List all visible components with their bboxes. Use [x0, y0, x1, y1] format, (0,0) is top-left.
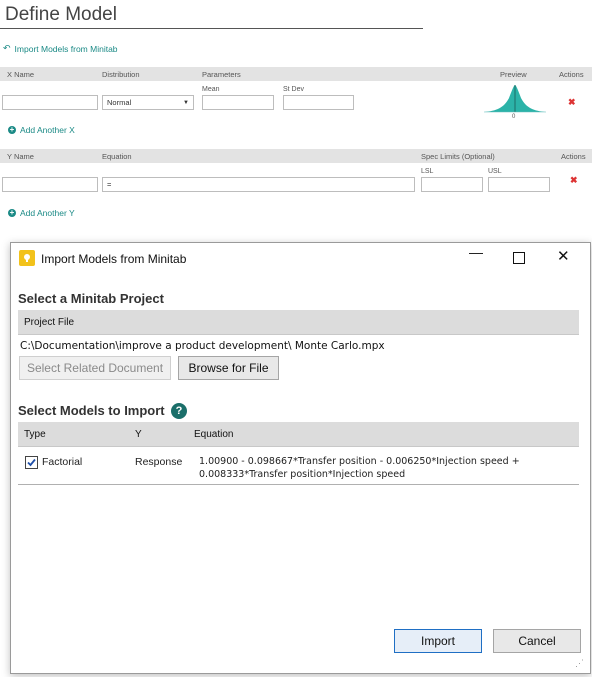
project-path: C:\Documentation\improve a product devel…: [20, 340, 385, 352]
model-type: Factorial: [42, 456, 83, 468]
col-spec-limits: Spec Limits (Optional): [421, 152, 495, 161]
equation-input[interactable]: =: [102, 177, 415, 192]
delete-x-icon[interactable]: ✖: [568, 97, 576, 108]
col-type: Type: [24, 429, 46, 440]
col-preview: Preview: [500, 70, 527, 79]
x-name-input[interactable]: [2, 95, 98, 110]
distribution-value: Normal: [107, 98, 132, 107]
model-equation-line1: 1.00900 - 0.098667*Transfer position - 0…: [199, 456, 520, 467]
project-file-header: Project File: [18, 310, 579, 335]
col-y-name: Y Name: [7, 152, 34, 161]
lsl-label: LSL: [421, 168, 434, 175]
col-y-actions: Actions: [561, 152, 586, 161]
mean-label: Mean: [202, 86, 220, 93]
models-section-title: Select Models to Import: [18, 403, 165, 418]
col-actions: Actions: [559, 70, 584, 79]
model-y: Response: [135, 456, 183, 468]
delete-y-icon[interactable]: ✖: [570, 175, 578, 186]
select-related-document-button[interactable]: Select Related Document: [19, 356, 171, 380]
browse-for-file-button[interactable]: Browse for File: [178, 356, 279, 380]
stdev-label: St Dev: [283, 86, 305, 93]
project-file-header-label: Project File: [24, 317, 75, 328]
import-dialog: Import Models from Minitab — ✕ Select a …: [10, 242, 591, 674]
col-equation: Equation: [102, 152, 132, 161]
minimize-icon[interactable]: —: [469, 244, 483, 260]
undo-arrow-icon: ↶: [3, 43, 11, 53]
model-equation-line2: 0.008333*Transfer position*Injection spe…: [199, 469, 406, 480]
import-button[interactable]: Import: [394, 629, 482, 653]
y-table-header: Y Name Equation Spec Limits (Optional) A…: [0, 149, 592, 163]
normal-distribution-preview: [484, 85, 546, 113]
add-another-x-label: Add Another X: [20, 125, 75, 135]
model-checkbox[interactable]: [25, 456, 38, 469]
x-table-header: X Name Distribution Parameters Preview A…: [0, 67, 592, 81]
distribution-select[interactable]: Normal ▼: [102, 95, 194, 110]
help-icon[interactable]: ?: [171, 403, 187, 419]
y-name-input[interactable]: [2, 177, 98, 192]
stdev-input[interactable]: [283, 95, 354, 110]
title-divider: [0, 28, 423, 29]
add-another-y-link[interactable]: + Add Another Y: [8, 208, 75, 218]
table-row[interactable]: Factorial Response 1.00900 - 0.098667*Tr…: [18, 447, 579, 485]
dropdown-arrow-icon: ▼: [183, 99, 189, 106]
col-model-equation: Equation: [194, 429, 234, 440]
plus-circle-icon: +: [8, 125, 16, 134]
usl-label: USL: [488, 168, 502, 175]
col-x-name: X Name: [7, 70, 35, 79]
import-models-link-label: Import Models from Minitab: [14, 43, 118, 54]
dialog-title: Import Models from Minitab: [41, 252, 187, 266]
minitab-app-icon: [19, 250, 35, 266]
import-models-link[interactable]: ↶ Import Models from Minitab: [3, 43, 118, 54]
lsl-input[interactable]: [421, 177, 483, 192]
project-section-title: Select a Minitab Project: [18, 291, 164, 306]
add-another-x-link[interactable]: + Add Another X: [8, 125, 75, 135]
cancel-button[interactable]: Cancel: [493, 629, 581, 653]
col-y: Y: [135, 429, 142, 440]
models-table-header: Type Y Equation: [18, 422, 579, 447]
usl-input[interactable]: [488, 177, 550, 192]
col-distribution: Distribution: [102, 70, 140, 79]
plus-circle-icon: +: [8, 208, 16, 217]
mean-input[interactable]: [202, 95, 274, 110]
close-icon[interactable]: ✕: [557, 247, 570, 265]
preview-zero-label: 0: [512, 114, 516, 120]
resize-grip-icon[interactable]: ⋰: [575, 659, 584, 668]
col-parameters: Parameters: [202, 70, 241, 79]
page-title: Define Model: [5, 4, 117, 25]
maximize-icon[interactable]: [513, 252, 525, 264]
add-another-y-label: Add Another Y: [20, 208, 75, 218]
